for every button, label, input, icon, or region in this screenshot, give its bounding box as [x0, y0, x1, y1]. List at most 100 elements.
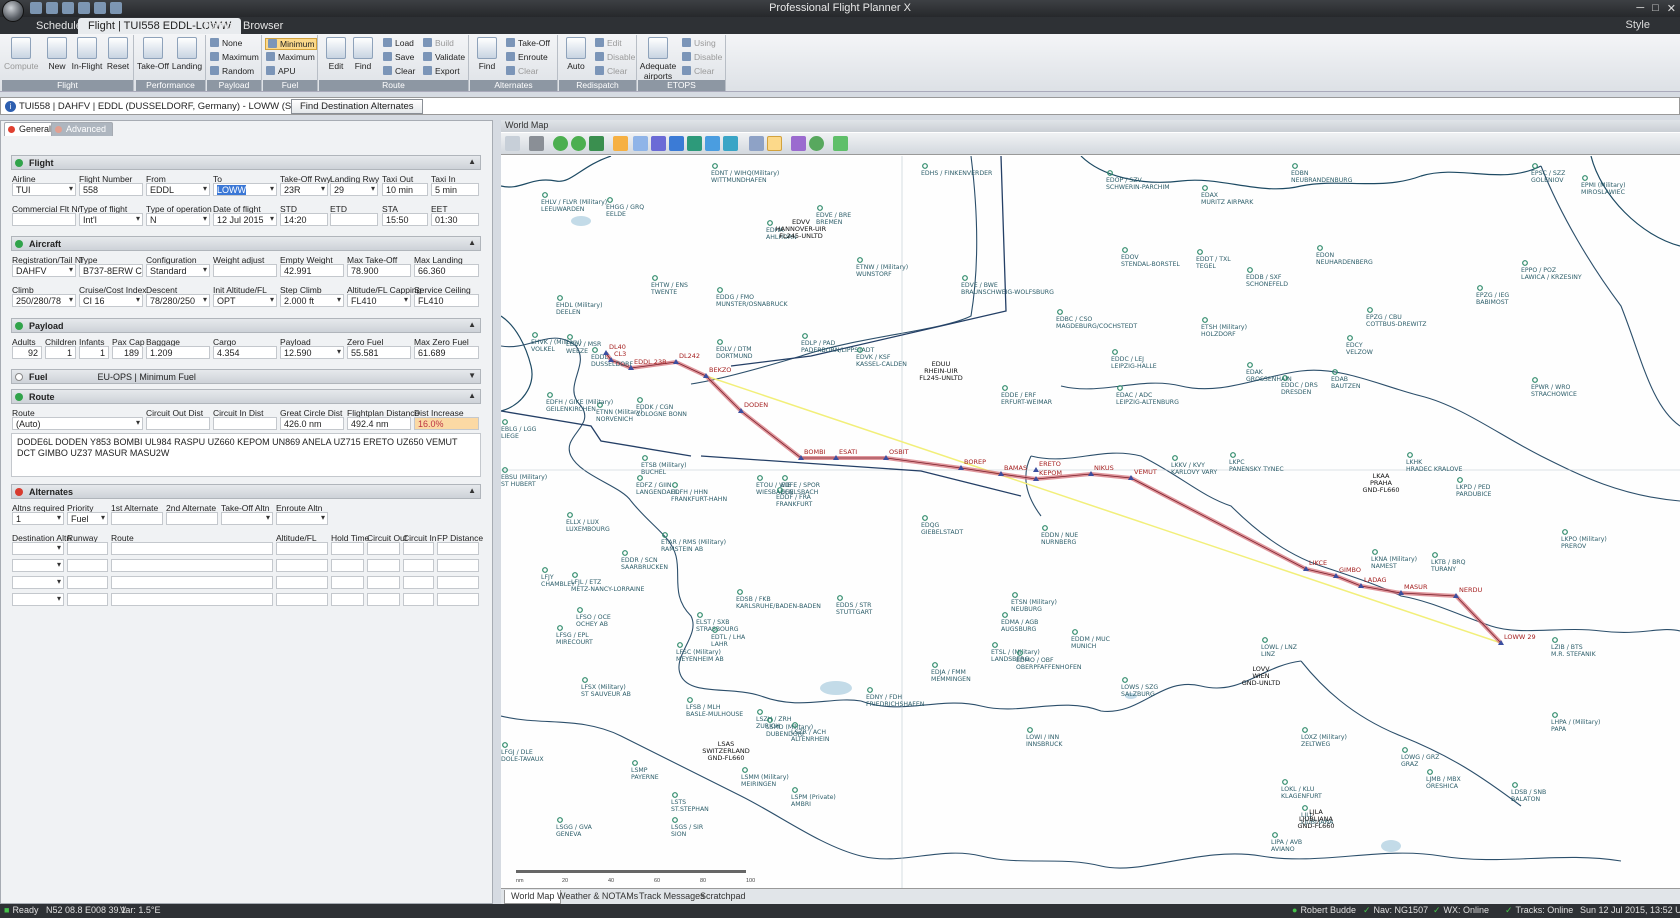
zoom-out-icon[interactable]	[571, 136, 586, 151]
vor-icon[interactable]	[633, 136, 648, 151]
airport-marker[interactable]: EDCYVELZOW	[1346, 335, 1373, 356]
fuel-apu-button[interactable]: APU	[266, 66, 295, 76]
redispatch-clear-button[interactable]: Clear	[595, 66, 627, 76]
section-flight[interactable]: Flight ▲	[11, 155, 481, 170]
alternate-cell[interactable]	[67, 593, 108, 606]
registration-select[interactable]: DAHFV	[12, 264, 76, 277]
airport-marker[interactable]: LOWS / SZGSALZBURG	[1121, 677, 1158, 698]
airport-marker[interactable]: EBSU (Military)ST HUBERT	[501, 467, 547, 488]
baggage-input[interactable]: 1.209	[146, 346, 210, 359]
alternate-cell[interactable]	[111, 542, 273, 555]
airport-marker[interactable]: LFSO / OCEOCHEY AB	[576, 607, 611, 628]
waypoint[interactable]: LOWW 29	[1498, 633, 1536, 645]
alternate-cell[interactable]	[331, 559, 364, 572]
airport-marker[interactable]: LKPD / PEDPARDUBICE	[1456, 477, 1492, 498]
alternate-cell[interactable]	[276, 542, 328, 555]
second-alternate-field[interactable]	[166, 512, 218, 525]
route-string-textarea[interactable]: DODE6L DODEN Y853 BOMBI UL984 RASPU UZ66…	[11, 433, 481, 477]
enroute-altn-select[interactable]	[276, 512, 328, 525]
airport-marker[interactable]: EDSB / FKBKARLSRUHE/BADEN-BADEN	[736, 589, 821, 610]
airport-marker[interactable]: LSMPPAYERNE	[631, 760, 659, 781]
airport-marker[interactable]: EHDL (Military)DEELEN	[556, 295, 603, 316]
airport-marker[interactable]: EDDE / ERFERFURT-WEIMAR	[1001, 385, 1053, 406]
payload-maximum-button[interactable]: Maximum	[210, 52, 259, 62]
circuit-out-input[interactable]	[146, 417, 210, 430]
route-load-button[interactable]: Load	[383, 38, 414, 48]
children-input[interactable]: 1	[45, 346, 76, 359]
collapse-icon[interactable]: ▲	[468, 320, 476, 329]
collapse-icon[interactable]: ▲	[468, 486, 476, 495]
taxi-in-input[interactable]: 5 min	[431, 183, 479, 196]
airport-marker[interactable]: EDFE / SPOREGELSBACH	[781, 475, 821, 496]
inflight-button[interactable]: In-Flight	[70, 37, 104, 71]
airport-marker[interactable]: EDDT / TXLTEGEL	[1195, 249, 1231, 270]
airport-marker[interactable]: EHLV / FLVR (Military)LEEUWARDEN	[541, 192, 607, 213]
sta-input[interactable]: 15:50	[382, 213, 428, 226]
weather-icon[interactable]	[767, 136, 782, 151]
landing-perf-button[interactable]: Landing	[170, 37, 204, 71]
airport-marker[interactable]: LFSB / MLHBASLE-MULHOUSE	[686, 697, 743, 718]
cargo-input[interactable]: 4.354	[213, 346, 277, 359]
fuel-minimum-button[interactable]: Minimum	[265, 38, 318, 50]
from-select[interactable]: EDDL	[146, 183, 210, 196]
airport-filter-icon[interactable]	[687, 136, 702, 151]
link-icon[interactable]	[833, 136, 848, 151]
airport-marker[interactable]: EPWR / WROSTRACHOWICE	[1531, 377, 1577, 398]
track-icon[interactable]	[749, 136, 764, 151]
airport-marker[interactable]: EDABBAUTZEN	[1331, 369, 1361, 390]
enroute-altn-button[interactable]: Enroute	[506, 52, 548, 62]
flight-number-input[interactable]: 558	[79, 183, 143, 196]
zoom-in-icon[interactable]	[553, 136, 568, 151]
priority-select[interactable]: Fuel	[67, 512, 108, 525]
airport-marker[interactable]: EPMI (Military)MIROSLAWIEC	[1581, 175, 1626, 196]
route-find-button[interactable]: Find	[346, 37, 380, 71]
configuration-select[interactable]: Standard	[146, 264, 210, 277]
airport-marker[interactable]: EDJA / FMMMEMMINGEN	[931, 662, 971, 683]
app-menu-button[interactable]	[2, 0, 24, 22]
collapse-icon[interactable]: ▲	[468, 157, 476, 166]
alternate-cell[interactable]	[331, 576, 364, 589]
route-build-button[interactable]: Build	[423, 38, 454, 48]
alternate-cell[interactable]	[12, 576, 64, 589]
alternate-cell[interactable]	[67, 576, 108, 589]
adults-input[interactable]: 92	[12, 346, 42, 359]
airport-marker[interactable]: ETSH (Military)HOLZDORF	[1201, 317, 1247, 338]
alternate-cell[interactable]	[12, 559, 64, 572]
airport-marker[interactable]: LFSG / EPLMIRECOURT	[556, 625, 593, 646]
airport-marker[interactable]: EDFH / HHNFRANKFURT-HAHN	[671, 482, 727, 503]
alternate-cell[interactable]	[331, 593, 364, 606]
airport-marker[interactable]: LKKV / KVYKARLOVY VARY	[1171, 455, 1217, 476]
init-alt-select[interactable]: OPT	[213, 294, 277, 307]
airport-marker[interactable]: LSMM (Military)MEIRINGEN	[741, 767, 789, 788]
to-select[interactable]: LOWW	[213, 183, 277, 196]
zoom-fit-icon[interactable]	[589, 136, 604, 151]
airport-marker[interactable]: EDDR / SCNSAARBRUCKEN	[621, 550, 668, 571]
airport-marker[interactable]: LDSB / SNBBALATON	[1511, 782, 1546, 803]
infants-input[interactable]: 1	[79, 346, 109, 359]
alternate-cell[interactable]	[437, 576, 479, 589]
print-icon[interactable]	[529, 136, 544, 151]
compute-button[interactable]: Compute	[4, 37, 39, 71]
airport-marker[interactable]: LKHKHRADEC KRALOVE	[1406, 452, 1462, 473]
collapse-icon[interactable]: ▲	[468, 238, 476, 247]
landing-rwy-select[interactable]: 29	[330, 183, 378, 196]
route-clear-button[interactable]: Clear	[383, 66, 415, 76]
alternate-cell[interactable]	[111, 559, 273, 572]
type-of-operation-select[interactable]: N	[146, 213, 210, 226]
airport-marker[interactable]: EDLV / DTMDORTMUND	[716, 339, 753, 360]
expand-icon[interactable]: ▼	[468, 371, 476, 380]
airport-marker[interactable]: EDDK / CGNCOLOGNE BONN	[636, 397, 687, 418]
airport-marker[interactable]: LHPA / (Military)PAPA	[1551, 712, 1600, 733]
maximize-button[interactable]: □	[1652, 2, 1659, 15]
airport-marker[interactable]: EDDS / STRSTUTTGART	[836, 595, 873, 616]
alternate-cell[interactable]	[437, 559, 479, 572]
airport-marker[interactable]: LZIB / BTSM.R. STEFANIK	[1551, 637, 1597, 658]
route-select[interactable]: (Auto)	[12, 417, 143, 430]
alternate-cell[interactable]	[403, 542, 434, 555]
reset-button[interactable]: Reset	[101, 37, 135, 71]
fuel-maximum-button[interactable]: Maximum	[266, 52, 315, 62]
airport-marker[interactable]: LFGJ / DLEDOLE-TAVAUX	[501, 742, 544, 763]
section-alternates[interactable]: Alternates ▲	[11, 484, 481, 499]
alternate-cell[interactable]	[67, 542, 108, 555]
takeoff-perf-button[interactable]: Take-Off	[136, 37, 170, 71]
